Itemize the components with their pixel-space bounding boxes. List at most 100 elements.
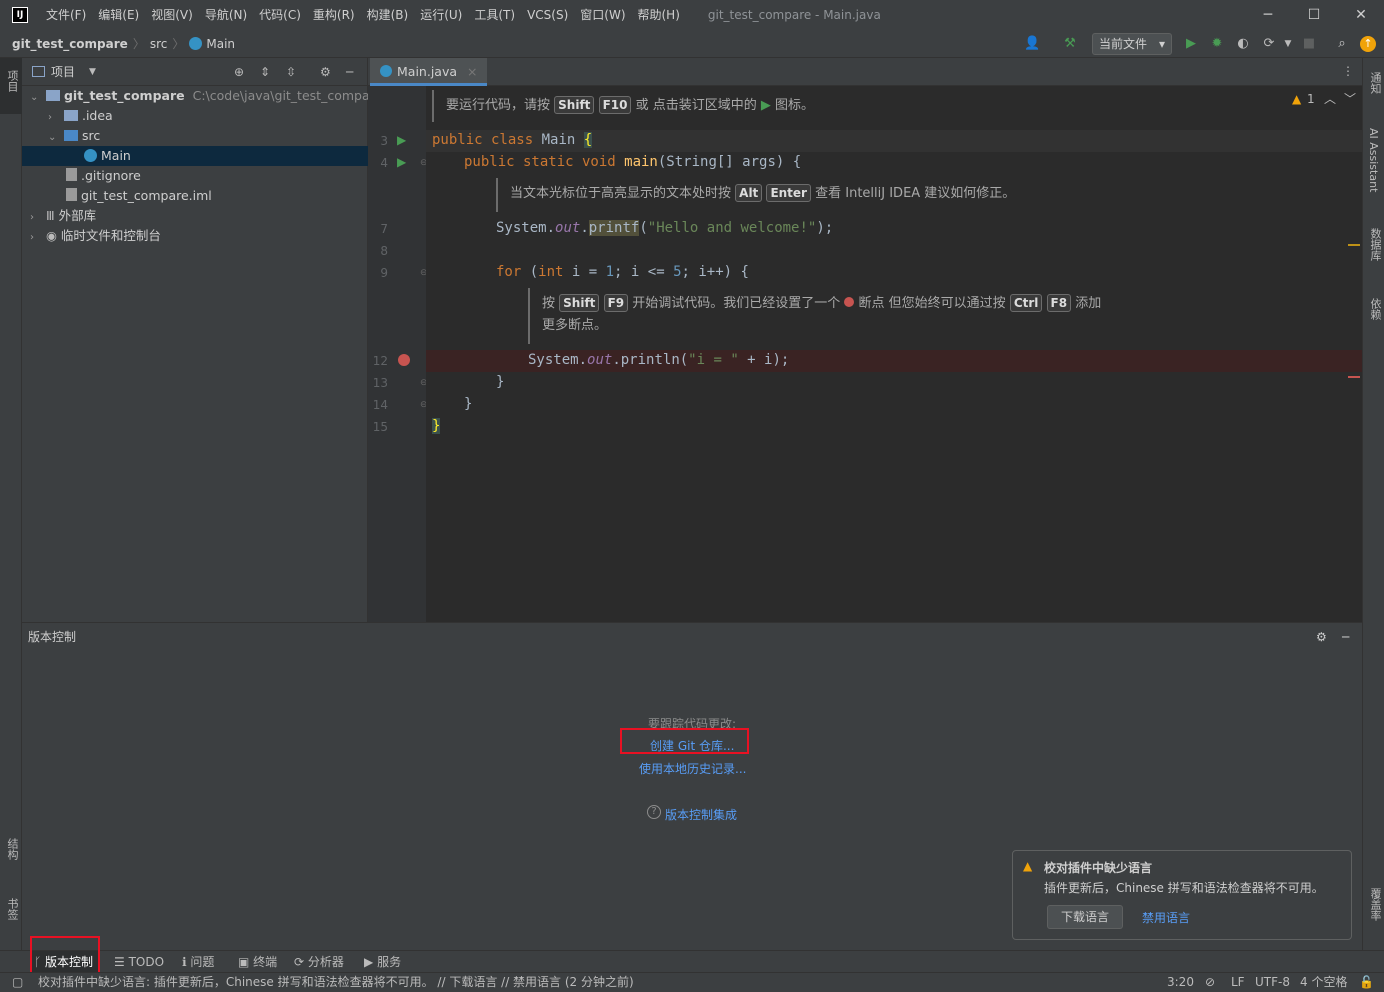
menu-refactor[interactable]: 重构(R) <box>307 0 361 30</box>
lock-icon[interactable]: 🔓 <box>1359 973 1374 992</box>
collapse-all-icon[interactable]: ⇳ <box>286 65 296 79</box>
tree-item-iml[interactable]: git_test_compare.iml <box>22 186 368 206</box>
close-button[interactable]: ✕ <box>1338 0 1384 30</box>
search-icon[interactable]: ⌕ <box>1334 36 1350 52</box>
stop-icon[interactable]: ■ <box>1301 36 1317 52</box>
local-history-link[interactable]: 使用本地历史记录... <box>639 760 746 777</box>
database-tool-button[interactable]: 数据库 <box>1367 228 1383 261</box>
project-tool-button[interactable]: 项目 <box>0 58 22 114</box>
tree-item-gitignore[interactable]: .gitignore <box>22 166 368 186</box>
code-editor[interactable]: 要运行代码，请按 Shift F10 或 点击装订区域中的 ▶ 图标。 ▲ 1 … <box>426 86 1362 622</box>
chevron-down-icon[interactable]: ﹀ <box>1344 90 1356 107</box>
locate-icon[interactable]: ⊕ <box>234 65 244 79</box>
intellij-logo-icon: IJ <box>12 7 28 23</box>
hide-icon[interactable]: ─ <box>1342 623 1349 651</box>
run-gutter-icon[interactable]: ▶ <box>397 133 406 147</box>
ai-assistant-tool-button[interactable]: AI Assistant <box>1367 128 1380 192</box>
chevron-right-icon: › <box>48 112 52 123</box>
cursor-position[interactable]: 3:20 <box>1167 973 1194 992</box>
project-panel-title[interactable]: 项目 <box>51 63 75 80</box>
notification-popup: ▲ 校对插件中缺少语言 插件更新后，Chinese 拼写和语法检查器将不可用。 … <box>1012 850 1352 940</box>
readonly-toggle-icon[interactable]: ⊘ <box>1205 973 1215 992</box>
indent-setting[interactable]: 4 个空格 <box>1300 973 1347 992</box>
warning-count[interactable]: 1 <box>1307 92 1315 106</box>
menu-help[interactable]: 帮助(H) <box>632 0 686 30</box>
tool-tab-profiler[interactable]: ⟳ 分析器 <box>294 951 344 973</box>
line-number: 4 <box>380 156 388 170</box>
gear-icon[interactable]: ⚙ <box>1316 623 1327 651</box>
editor-gutter: 3 4 7 8 9 12 13 14 15 ▶ ▶ ⊖ ⊖ ⊖ ⊖ <box>368 86 428 622</box>
menu-build[interactable]: 构建(B) <box>361 0 415 30</box>
menu-file[interactable]: 文件(F) <box>40 0 92 30</box>
line-number: 15 <box>372 420 388 434</box>
minimize-button[interactable]: ─ <box>1245 0 1291 30</box>
menu-run[interactable]: 运行(U) <box>414 0 468 30</box>
error-stripe-marker[interactable] <box>1348 376 1360 378</box>
gear-icon[interactable]: ⚙ <box>320 65 331 79</box>
toggle-panel-icon[interactable]: ▢ <box>12 973 23 992</box>
menu-code[interactable]: 代码(C) <box>253 0 307 30</box>
tool-tab-services[interactable]: ▶ 服务 <box>364 951 401 973</box>
menu-edit[interactable]: 编辑(E) <box>92 0 145 30</box>
tool-tab-todo[interactable]: ☰ TODO <box>114 951 164 973</box>
tree-item-project-root[interactable]: ⌄ git_test_compare C:\code\java\git_test… <box>22 86 382 106</box>
line-separator[interactable]: LF <box>1231 973 1245 992</box>
key-enter: Enter <box>766 184 811 202</box>
user-icon[interactable]: 👤 <box>1024 36 1040 52</box>
menu-tools[interactable]: 工具(T) <box>468 0 521 30</box>
warning-icon[interactable]: ▲ <box>1292 92 1301 106</box>
line-number: 3 <box>380 134 388 148</box>
build-hammer-icon[interactable]: ⚒ <box>1062 36 1078 52</box>
more-options-icon[interactable]: ⋮ <box>1342 64 1354 78</box>
expand-all-icon[interactable]: ⇕ <box>260 65 270 79</box>
navigation-bar: git_test_compare 〉 src 〉 Main <box>0 30 1384 58</box>
run-config-select[interactable]: 当前文件 ▾ <box>1092 33 1172 55</box>
breadcrumb-folder[interactable]: src <box>150 37 168 51</box>
tree-item-src[interactable]: ⌄ src <box>22 126 368 146</box>
info-icon: ℹ <box>182 955 187 969</box>
chevron-down-icon[interactable]: ▼ <box>89 67 96 77</box>
breadcrumb-project[interactable]: git_test_compare <box>12 37 128 51</box>
tree-item-external-libraries[interactable]: › Ⅲ 外部库 <box>22 206 368 226</box>
breakpoint-icon[interactable] <box>398 354 410 366</box>
profiler-icon[interactable]: ⟳ <box>1261 36 1277 52</box>
menu-navigate[interactable]: 导航(N) <box>199 0 253 30</box>
status-message[interactable]: 校对插件中缺少语言: 插件更新后，Chinese 拼写和语法检查器将不可用。 /… <box>38 973 634 992</box>
tree-item-scratches[interactable]: › ◉ 临时文件和控制台 <box>22 226 368 246</box>
left-tool-strip: 项目 结构 书签 <box>0 58 22 950</box>
debug-icon[interactable]: ✹ <box>1209 36 1225 52</box>
menu-window[interactable]: 窗口(W) <box>574 0 631 30</box>
tool-tab-terminal[interactable]: ▣ 终端 <box>238 951 277 973</box>
close-tab-icon[interactable]: × <box>467 64 477 79</box>
tree-item-main[interactable]: Main <box>22 146 368 166</box>
chevron-up-icon[interactable]: ︿ <box>1324 90 1336 107</box>
disable-language-link[interactable]: 禁用语言 <box>1142 909 1190 926</box>
tab-main-java[interactable]: Main.java × <box>370 58 488 86</box>
update-icon[interactable]: ↑ <box>1360 36 1376 52</box>
run-gutter-icon[interactable]: ▶ <box>397 155 406 169</box>
hint-text: 添加 <box>1075 296 1102 311</box>
bookmarks-tool-button[interactable]: 书签 <box>4 898 20 920</box>
notifications-tool-button[interactable]: 通知 <box>1367 72 1383 94</box>
menu-vcs[interactable]: VCS(S) <box>521 0 574 30</box>
tree-item-idea[interactable]: › .idea <box>22 106 368 126</box>
hide-icon[interactable]: ─ <box>346 65 353 79</box>
code-token: i = <box>563 264 606 280</box>
services-icon: ▶ <box>364 955 374 969</box>
warning-stripe-marker[interactable] <box>1348 244 1360 246</box>
coverage-icon[interactable]: ◐ <box>1235 36 1251 52</box>
file-encoding[interactable]: UTF-8 <box>1255 973 1290 992</box>
maximize-button[interactable]: ☐ <box>1291 0 1337 30</box>
structure-tool-button[interactable]: 结构 <box>4 838 20 860</box>
vcs-integration-help-link[interactable]: 版本控制集成 <box>665 806 737 823</box>
line-number: 12 <box>372 354 388 368</box>
menu-view[interactable]: 视图(V) <box>145 0 199 30</box>
tool-tab-problems[interactable]: ℹ 问题 <box>182 951 214 973</box>
download-language-button[interactable]: 下载语言 <box>1047 905 1123 929</box>
dependencies-tool-button[interactable]: 依赖 <box>1367 298 1383 320</box>
code-token: main <box>615 154 658 170</box>
coverage-tool-button[interactable]: 覆盖率 <box>1367 888 1383 921</box>
chevron-down-icon[interactable]: ▼ <box>1280 36 1296 52</box>
breadcrumb-file[interactable]: Main <box>206 37 235 51</box>
run-icon[interactable]: ▶ <box>1183 36 1199 52</box>
